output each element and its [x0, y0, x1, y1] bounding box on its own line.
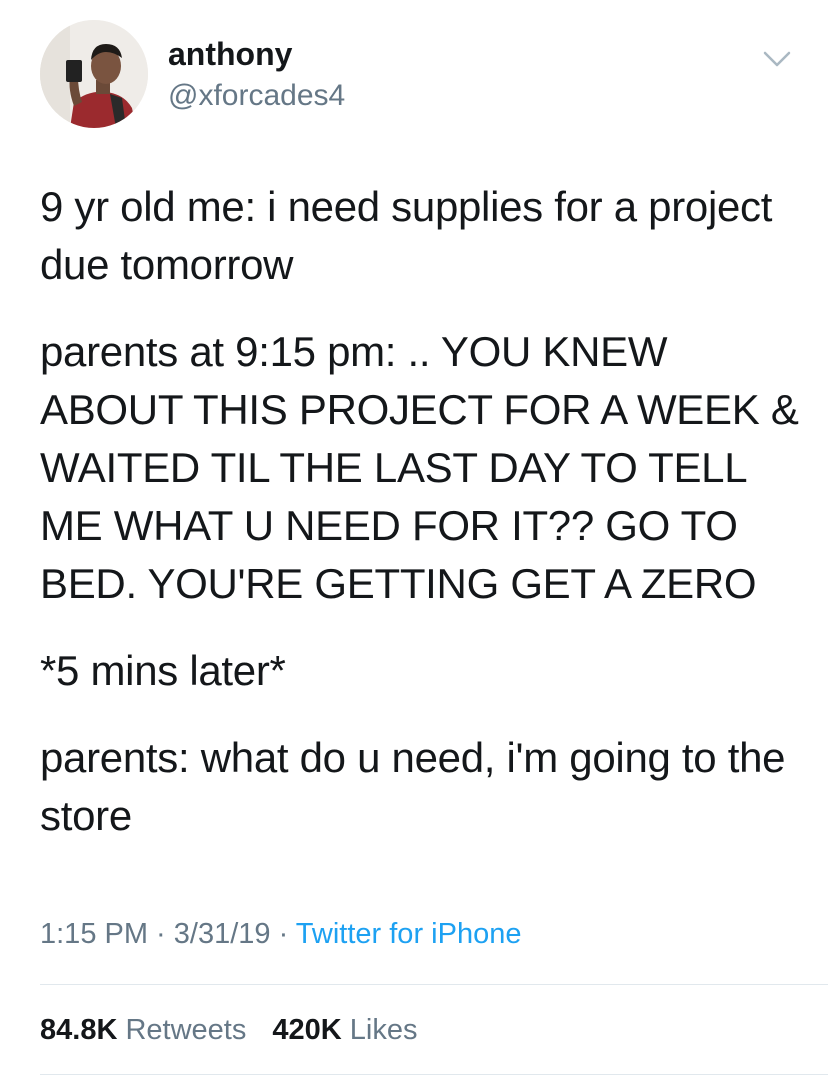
likes-stat[interactable]: 420K Likes: [272, 1010, 417, 1050]
profile-photo: [40, 20, 148, 128]
retweets-count: 84.8K: [40, 1014, 118, 1046]
tweet-meta: 1:15 PM · 3/31/19 · Twitter for iPhone: [40, 914, 521, 954]
user-name[interactable]: anthony: [168, 35, 292, 73]
divider: [40, 1074, 828, 1075]
tweet-time[interactable]: 1:15 PM: [40, 918, 148, 950]
avatar[interactable]: [40, 20, 148, 128]
tweet-paragraph: *5 mins later*: [40, 647, 286, 694]
retweets-label: Retweets: [125, 1014, 247, 1046]
retweets-stat[interactable]: 84.8K Retweets: [40, 1010, 246, 1050]
tweet-detail: anthony @xforcades4 9 yr old me: i need …: [0, 0, 828, 1077]
user-handle[interactable]: @xforcades4: [168, 78, 345, 114]
likes-count: 420K: [272, 1014, 342, 1046]
divider: [40, 984, 828, 985]
tweet-paragraph: parents: what do u need, i'm going to th…: [40, 734, 797, 839]
chevron-down-icon[interactable]: [762, 48, 792, 70]
tweet-stats: 84.8K Retweets 420K Likes: [40, 1010, 436, 1050]
meta-separator: ·: [270, 918, 296, 950]
likes-label: Likes: [349, 1014, 418, 1046]
tweet-text: 9 yr old me: i need supplies for a proje…: [40, 178, 810, 874]
tweet-source-link[interactable]: Twitter for iPhone: [296, 918, 522, 950]
meta-separator: ·: [148, 918, 174, 950]
tweet-paragraph: 9 yr old me: i need supplies for a proje…: [40, 183, 784, 288]
tweet-paragraph: parents at 9:15 pm: .. YOU KNEW ABOUT TH…: [40, 328, 810, 607]
tweet-date[interactable]: 3/31/19: [174, 918, 271, 950]
